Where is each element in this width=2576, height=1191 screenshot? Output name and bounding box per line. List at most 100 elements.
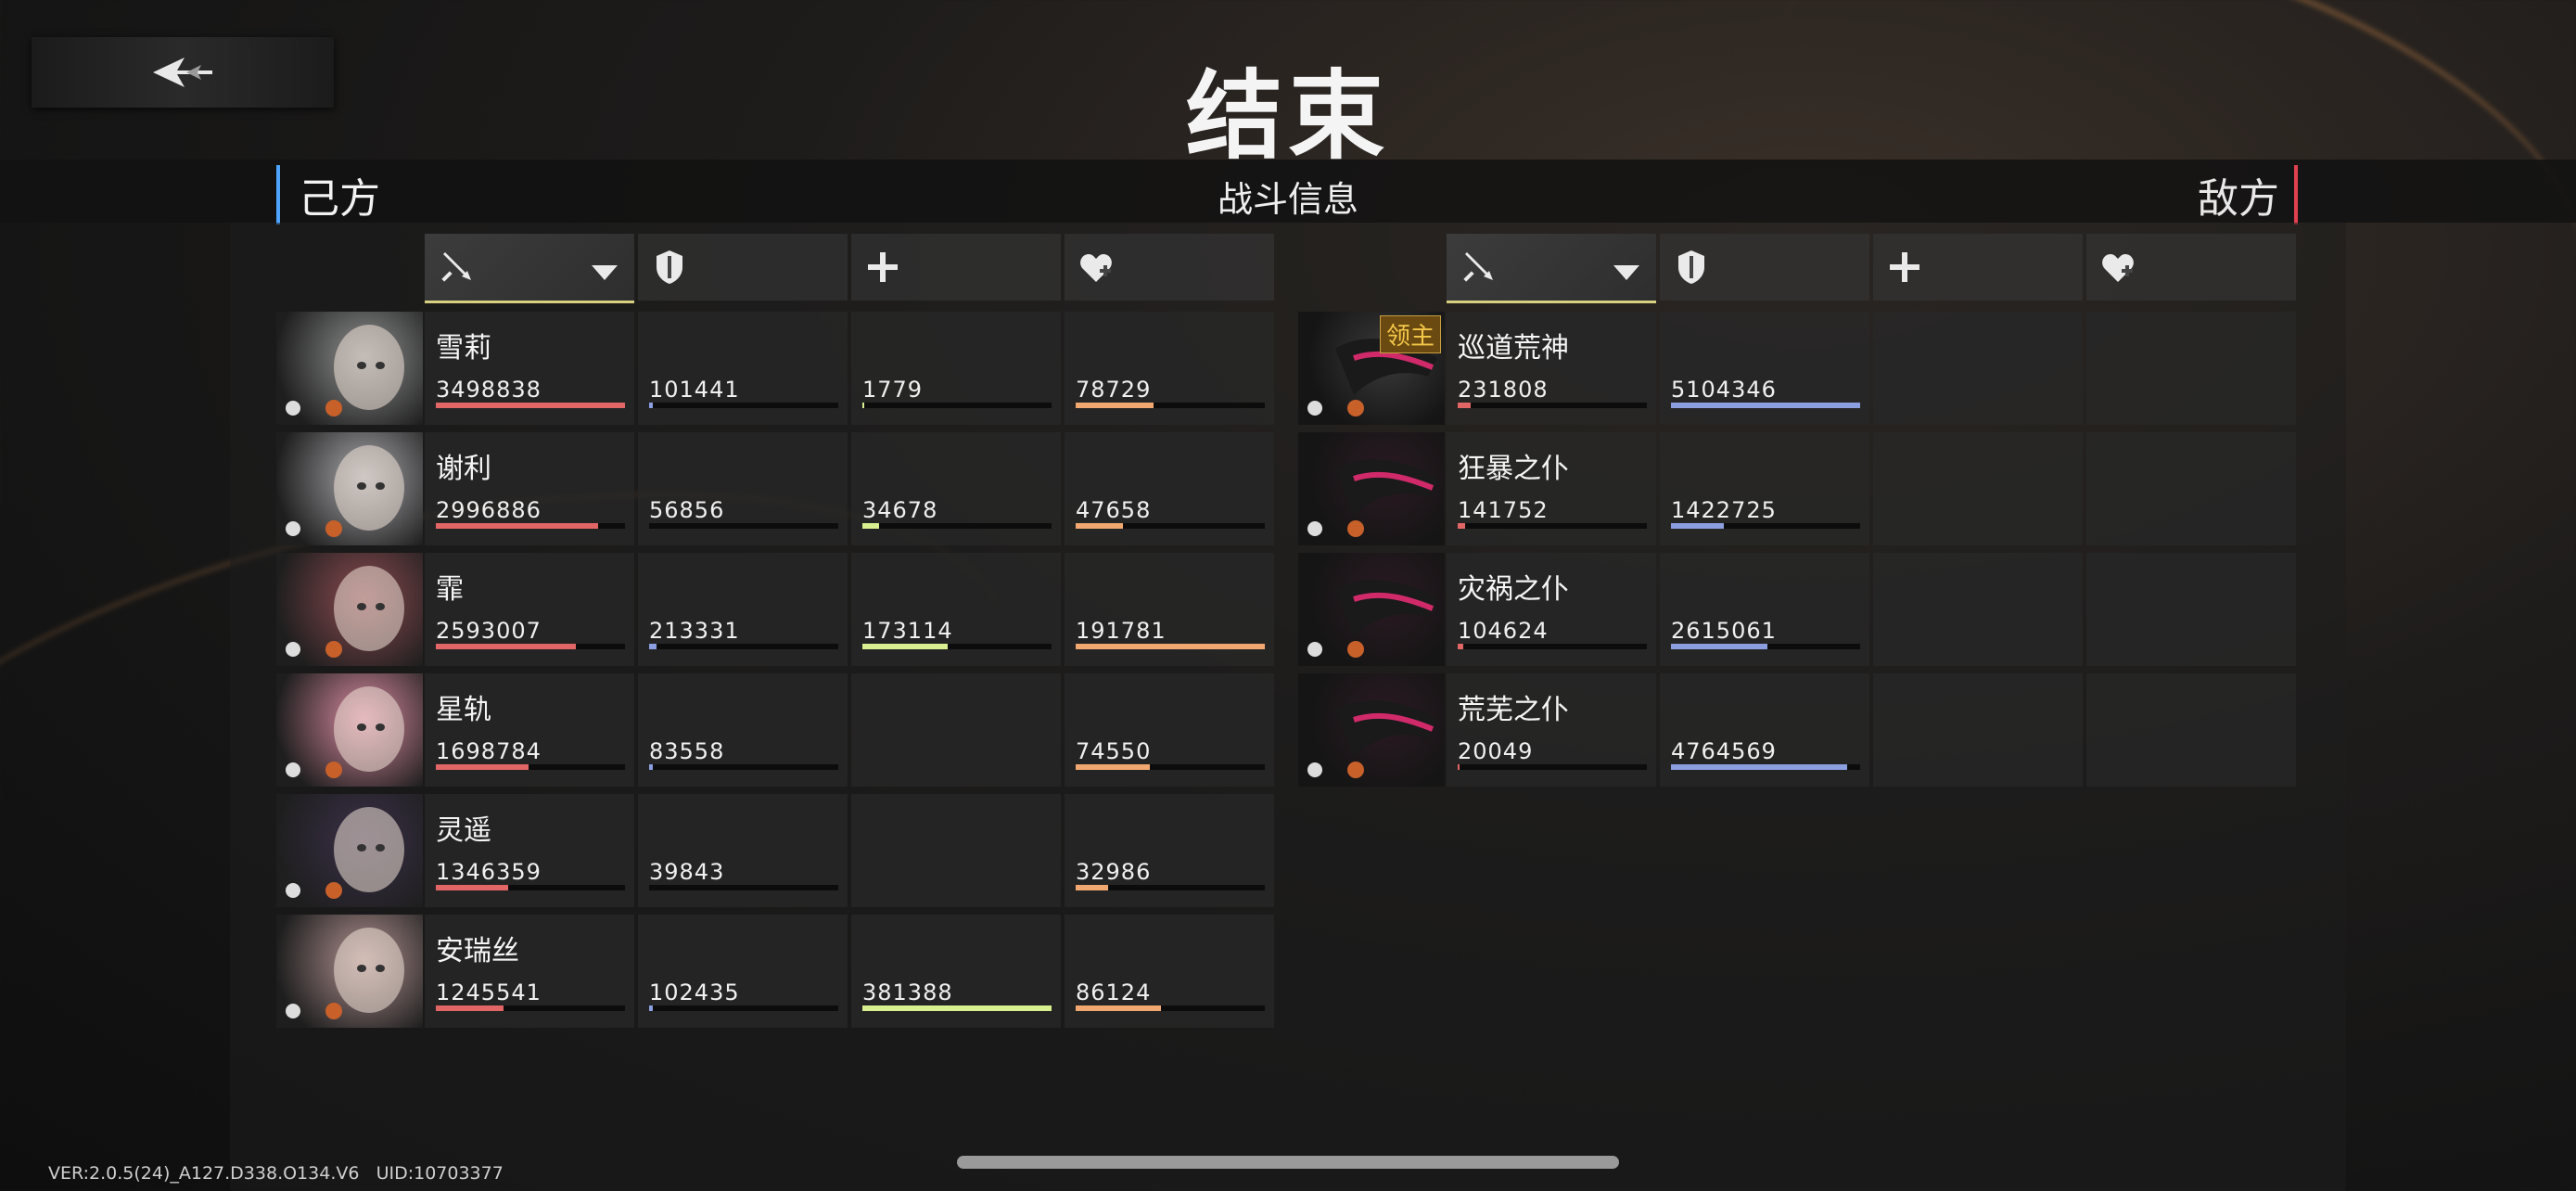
stat-value: 2996886 — [436, 497, 542, 523]
stat-bar — [649, 885, 838, 890]
stat-bar — [649, 523, 838, 529]
character-portrait — [276, 794, 423, 907]
stat-bar — [1458, 403, 1647, 408]
stat-bar-fill — [436, 523, 599, 529]
character-portrait — [1298, 432, 1445, 545]
page-title: 结束 — [1185, 58, 1390, 173]
stat-bar-fill — [862, 403, 865, 408]
stat-cell: 星轨 1698784 — [425, 673, 634, 787]
character-portrait — [1298, 673, 1445, 787]
stat-value: 1779 — [862, 377, 924, 403]
stat-bar-fill — [1076, 885, 1108, 890]
boss-badge: 领主 — [1379, 315, 1441, 353]
stat-cell: 灾祸之仆 104624 — [1447, 553, 1656, 666]
plus-icon — [1884, 247, 1925, 291]
stat-cell: 灵遥 1346359 — [425, 794, 634, 907]
column-header-shield[interactable] — [638, 234, 848, 301]
stat-cell: 霏 2593007 — [425, 553, 634, 666]
ally-row[interactable]: 雪莉 3498838 101441 1779 78729 — [276, 312, 1278, 425]
character-name: 狂暴之仆 — [1458, 453, 1569, 485]
stat-value: 74550 — [1076, 738, 1152, 764]
ally-row[interactable]: 灵遥 1346359 39843 32986 — [276, 794, 1278, 907]
shield-icon — [1671, 247, 1712, 291]
stat-cell — [2086, 673, 2296, 787]
stat-cell: 谢利 2996886 — [425, 432, 634, 545]
stat-value: 104624 — [1458, 618, 1549, 644]
stat-cell — [1873, 553, 2083, 666]
stat-bar — [1458, 523, 1647, 529]
column-header-heart-plus[interactable] — [2086, 234, 2296, 301]
stat-cell: 78729 — [1065, 312, 1274, 425]
stat-cell: 2615061 — [1660, 553, 1869, 666]
stat-bar — [649, 644, 838, 649]
stat-bar-fill — [862, 1005, 1052, 1011]
stat-cell: 1422725 — [1660, 432, 1869, 545]
plus-icon — [862, 247, 903, 291]
stat-bar-fill — [862, 644, 948, 649]
stat-value: 102435 — [649, 980, 740, 1005]
character-name: 星轨 — [436, 694, 491, 726]
enemy-row[interactable]: 灾祸之仆 104624 2615061 — [1298, 553, 2300, 666]
column-header-sword[interactable] — [425, 234, 634, 303]
stat-bar-fill — [1458, 644, 1464, 649]
stat-bar — [862, 644, 1052, 649]
stat-cell — [1873, 673, 2083, 787]
ally-row[interactable]: 霏 2593007 213331 173114 191781 — [276, 553, 1278, 666]
enemy-row[interactable]: 领主 巡道荒神 231808 5104346 — [1298, 312, 2300, 425]
stat-cell: 狂暴之仆 141752 — [1447, 432, 1656, 545]
stat-cell: 雪莉 3498838 — [425, 312, 634, 425]
stat-cell: 56856 — [638, 432, 848, 545]
ally-row[interactable]: 星轨 1698784 83558 74550 — [276, 673, 1278, 787]
stat-bar — [436, 644, 625, 649]
stat-value: 86124 — [1076, 980, 1152, 1005]
stat-value: 213331 — [649, 618, 740, 644]
stat-value: 141752 — [1458, 497, 1549, 523]
stat-bar — [1076, 403, 1265, 408]
character-name: 雪莉 — [436, 332, 491, 365]
battle-info-label: 战斗信息 — [1217, 179, 1358, 220]
stat-cell: 32986 — [1065, 794, 1274, 907]
stat-value: 1422725 — [1671, 497, 1777, 523]
stat-value: 191781 — [1076, 618, 1167, 644]
home-indicator[interactable] — [957, 1156, 1619, 1169]
stat-bar-fill — [1076, 644, 1265, 649]
version-text: VER:2.0.5(24)_A127.D338.O134.V6 — [48, 1163, 360, 1184]
stat-cell: 102435 — [638, 915, 848, 1028]
stat-cell — [2086, 553, 2296, 666]
stat-bar-fill — [1671, 403, 1860, 408]
stat-cell: 1779 — [851, 312, 1061, 425]
stat-value: 56856 — [649, 497, 725, 523]
ally-row[interactable]: 安瑞丝 1245541 102435 381388 86124 — [276, 915, 1278, 1028]
stat-bar-fill — [1671, 523, 1725, 529]
stat-value: 78729 — [1076, 377, 1152, 403]
column-header-sword[interactable] — [1447, 234, 1656, 303]
sort-desc-icon — [592, 265, 618, 280]
ally-row[interactable]: 谢利 2996886 56856 34678 47658 — [276, 432, 1278, 545]
column-header-heart-plus[interactable] — [1065, 234, 1274, 301]
column-header-shield[interactable] — [1660, 234, 1869, 301]
stat-bar — [649, 764, 838, 770]
enemy-row[interactable]: 狂暴之仆 141752 1422725 — [1298, 432, 2300, 545]
stat-value: 1346359 — [436, 859, 542, 885]
character-name: 巡道荒神 — [1458, 332, 1569, 365]
stat-cell — [851, 673, 1061, 787]
column-header-plus[interactable] — [851, 234, 1061, 301]
stat-bar — [1671, 523, 1860, 529]
column-header-plus[interactable] — [1873, 234, 2083, 301]
stat-bar — [862, 1005, 1052, 1011]
character-portrait — [276, 312, 423, 425]
stat-bar-fill — [649, 644, 657, 649]
stat-cell: 86124 — [1065, 915, 1274, 1028]
stat-bar — [649, 1005, 838, 1011]
stat-bar — [436, 764, 625, 770]
enemy-row[interactable]: 荒芜之仆 20049 4764569 — [1298, 673, 2300, 787]
stat-bar-fill — [1458, 403, 1472, 408]
character-portrait: 领主 — [1298, 312, 1445, 425]
stat-cell — [1873, 312, 2083, 425]
stat-value: 381388 — [862, 980, 953, 1005]
stat-value: 20049 — [1458, 738, 1534, 764]
stat-bar — [862, 523, 1052, 529]
stat-value: 2593007 — [436, 618, 542, 644]
stat-bar — [1076, 523, 1265, 529]
stat-bar-fill — [649, 403, 654, 408]
